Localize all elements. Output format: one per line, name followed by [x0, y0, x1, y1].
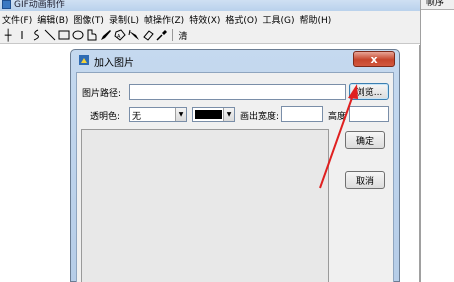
- browse-button[interactable]: 浏览...: [349, 83, 389, 100]
- menu-file[interactable]: 文件(F): [2, 13, 32, 26]
- menu-image[interactable]: 图像(T): [73, 13, 104, 26]
- clear-tool[interactable]: 清: [176, 28, 190, 42]
- toolbar-separator: [172, 29, 173, 41]
- close-icon: x: [370, 52, 378, 66]
- draw-width-label: 画出宽度:: [240, 112, 280, 122]
- image-preview-area: [81, 129, 329, 282]
- dialog-title: 加入图片: [94, 58, 134, 69]
- menu-tools[interactable]: 工具(G): [263, 13, 295, 26]
- transparent-color-label: 透明色:: [90, 112, 121, 122]
- dialog-titlebar[interactable]: 加入图片 x: [71, 50, 399, 70]
- menu-bar: 文件(F) 编辑(B) 图像(T) 录制(L) 帧操作(Z) 特效(X) 格式(…: [0, 11, 420, 27]
- menu-record[interactable]: 录制(L): [109, 13, 139, 26]
- eraser-tool-icon[interactable]: [141, 28, 155, 42]
- app-icon: [2, 0, 11, 9]
- menu-help[interactable]: 帮助(H): [300, 13, 332, 26]
- app-title: GIF动画制作: [14, 0, 65, 10]
- frame-panel: 帧序: [420, 0, 454, 282]
- image-path-input[interactable]: [129, 84, 346, 100]
- transparent-color-select[interactable]: 无 ▼: [129, 107, 187, 122]
- menu-edit[interactable]: 编辑(B): [37, 13, 68, 26]
- rectangle-tool-icon[interactable]: [57, 28, 71, 42]
- text-cursor-tool-icon[interactable]: I: [15, 28, 29, 42]
- cancel-button[interactable]: 取消: [345, 171, 385, 189]
- curve-tool-icon[interactable]: [29, 28, 43, 42]
- height-label: 高度: [328, 112, 347, 122]
- ellipse-tool-icon[interactable]: [71, 28, 85, 42]
- chevron-down-icon[interactable]: ▼: [175, 108, 186, 121]
- chevron-down-icon[interactable]: ▼: [223, 108, 234, 121]
- brush-tool-icon[interactable]: [127, 28, 141, 42]
- ok-button[interactable]: 确定: [345, 131, 385, 149]
- dialog-close-button[interactable]: x: [353, 51, 395, 67]
- rounded-rect-tool-icon[interactable]: [85, 28, 99, 42]
- app-titlebar: GIF动画制作: [0, 0, 420, 11]
- svg-text:A: A: [117, 34, 121, 40]
- transparent-color-value: 无: [132, 112, 142, 122]
- fill-tool-icon[interactable]: A: [113, 28, 127, 42]
- dialog-body: 图片路径: 浏览... 透明色: 无 ▼ ▼ 画出宽度: 高度 确定 取消: [76, 72, 394, 282]
- dialog-app-icon: [79, 55, 89, 65]
- add-image-dialog: 加入图片 x 图片路径: 浏览... 透明色: 无 ▼ ▼ 画出宽度: 高度 确…: [70, 49, 400, 282]
- line-tool-icon[interactable]: ┼: [1, 28, 15, 42]
- color-swatch-select[interactable]: ▼: [192, 107, 235, 122]
- pencil-tool-icon[interactable]: [99, 28, 113, 42]
- path-label: 图片路径:: [82, 89, 122, 99]
- menu-effects[interactable]: 特效(X): [189, 13, 220, 26]
- menu-frame[interactable]: 帧操作(Z): [144, 13, 184, 26]
- draw-width-input[interactable]: [281, 106, 323, 122]
- height-input[interactable]: [349, 106, 389, 122]
- menu-format[interactable]: 格式(O): [225, 13, 257, 26]
- frame-panel-header: 帧序: [421, 0, 454, 10]
- diagonal-line-tool-icon[interactable]: [43, 28, 57, 42]
- drawing-toolbar: ┼ I A 清: [0, 27, 420, 44]
- color-picker-tool-icon[interactable]: [155, 28, 169, 42]
- color-swatch: [195, 110, 222, 119]
